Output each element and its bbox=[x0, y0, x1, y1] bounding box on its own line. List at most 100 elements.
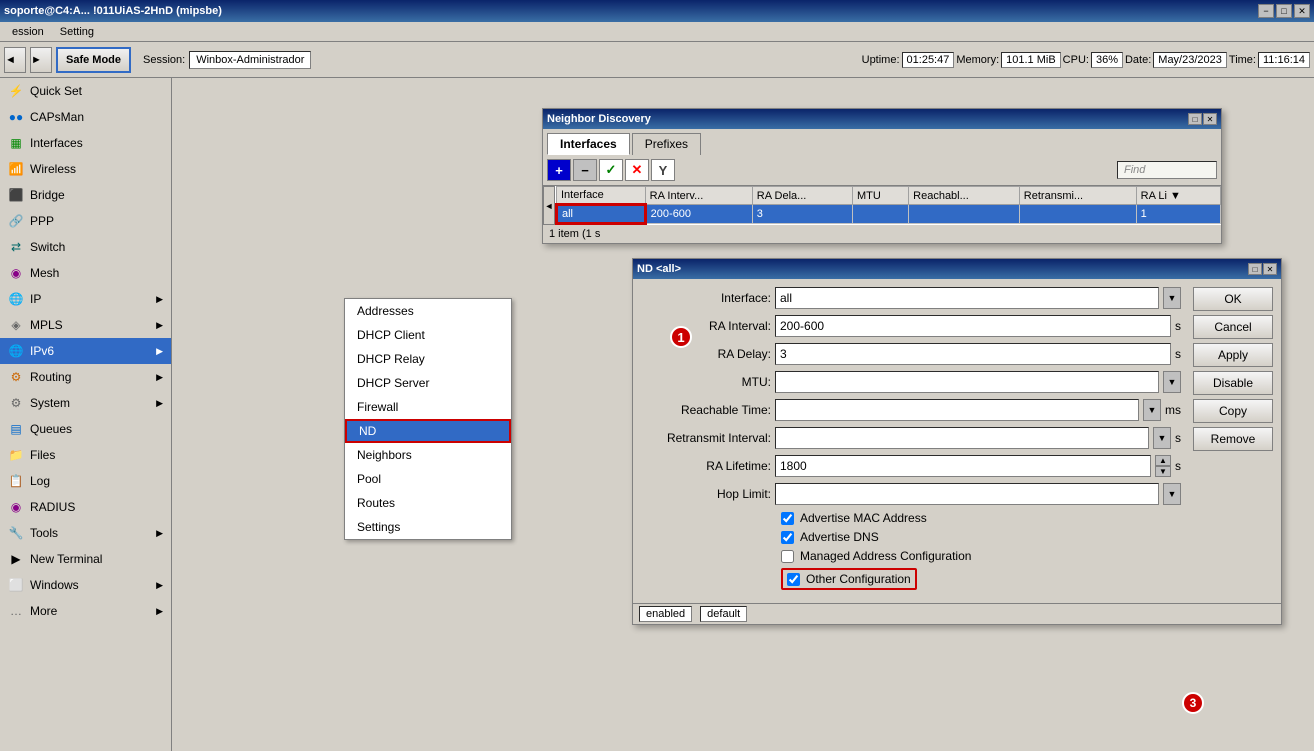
reachable-input[interactable] bbox=[775, 399, 1139, 421]
advertise-dns-label: Advertise DNS bbox=[800, 530, 879, 544]
safe-mode-button[interactable]: Safe Mode bbox=[56, 47, 131, 73]
remove-button[interactable]: Remove bbox=[1193, 427, 1273, 451]
mtu-dropdown-arrow[interactable]: ▼ bbox=[1163, 371, 1181, 393]
cell-ra-delay: 3 bbox=[752, 205, 852, 224]
forward-button[interactable]: ► bbox=[30, 47, 52, 73]
ra-delay-input[interactable] bbox=[775, 343, 1171, 365]
cell-reachable bbox=[909, 205, 1020, 224]
back-button[interactable]: ◄ bbox=[4, 47, 26, 73]
hop-limit-input[interactable] bbox=[775, 483, 1159, 505]
nd-toolbar: + − ✓ ✕ Y Find bbox=[543, 155, 1221, 186]
menu-item-settings[interactable]: Settings bbox=[345, 515, 511, 539]
menu-item-nd[interactable]: ND bbox=[345, 419, 511, 443]
sidebar-item-bridge[interactable]: ⬛ Bridge bbox=[0, 182, 171, 208]
nd-add-button[interactable]: + bbox=[547, 159, 571, 181]
tab-prefixes[interactable]: Prefixes bbox=[632, 133, 701, 155]
apply-button[interactable]: Apply bbox=[1193, 343, 1273, 367]
sidebar-item-radius[interactable]: ◉ RADIUS bbox=[0, 494, 171, 520]
tab-interfaces[interactable]: Interfaces bbox=[547, 133, 630, 155]
nd-close-button[interactable]: ✕ bbox=[1203, 113, 1217, 125]
menu-item-addresses[interactable]: Addresses bbox=[345, 299, 511, 323]
sidebar-item-mesh[interactable]: ◉ Mesh bbox=[0, 260, 171, 286]
nd-find-field[interactable]: Find bbox=[1117, 161, 1217, 179]
advertise-mac-label: Advertise MAC Address bbox=[800, 511, 927, 525]
sidebar-item-ip[interactable]: 🌐 IP ▶ bbox=[0, 286, 171, 312]
sidebar-label-interfaces: Interfaces bbox=[30, 136, 83, 150]
sidebar-label-queues: Queues bbox=[30, 422, 72, 436]
menu-item-dhcp-relay[interactable]: DHCP Relay bbox=[345, 347, 511, 371]
nd-scroll-left[interactable]: ◄ bbox=[543, 186, 555, 225]
nd-all-close-button[interactable]: ✕ bbox=[1263, 263, 1277, 275]
sidebar-item-interfaces[interactable]: ▦ Interfaces bbox=[0, 130, 171, 156]
cancel-button[interactable]: Cancel bbox=[1193, 315, 1273, 339]
nd-remove-button[interactable]: − bbox=[573, 159, 597, 181]
sidebar-label-tools: Tools bbox=[30, 526, 58, 540]
menu-item-dhcp-server[interactable]: DHCP Server bbox=[345, 371, 511, 395]
ra-lifetime-down-button[interactable]: ▼ bbox=[1155, 466, 1171, 477]
sidebar-item-switch[interactable]: ⇄ Switch bbox=[0, 234, 171, 260]
nd-all-status-bar: enabled default bbox=[633, 603, 1281, 624]
menu-item-routes[interactable]: Routes bbox=[345, 491, 511, 515]
ra-lifetime-up-button[interactable]: ▲ bbox=[1155, 455, 1171, 466]
back-icon: ◄ bbox=[5, 54, 16, 66]
minimize-button[interactable]: − bbox=[1258, 4, 1274, 18]
nd-cancel-button[interactable]: ✕ bbox=[625, 159, 649, 181]
retransmit-input[interactable] bbox=[775, 427, 1149, 449]
other-config-checkbox[interactable] bbox=[787, 573, 800, 586]
nd-filter-button[interactable]: Y bbox=[651, 159, 675, 181]
managed-addr-checkbox[interactable] bbox=[781, 550, 794, 563]
maximize-button[interactable]: □ bbox=[1276, 4, 1292, 18]
nd-apply-button[interactable]: ✓ bbox=[599, 159, 623, 181]
advertise-mac-checkbox[interactable] bbox=[781, 512, 794, 525]
sidebar-item-capsman[interactable]: ●● CAPsMan bbox=[0, 104, 171, 130]
sidebar-item-more[interactable]: … More ▶ bbox=[0, 598, 171, 624]
menu-session[interactable]: ession bbox=[4, 24, 52, 40]
nd-minimize-button[interactable]: □ bbox=[1188, 113, 1202, 125]
managed-addr-label: Managed Address Configuration bbox=[800, 549, 971, 563]
sidebar-item-tools[interactable]: 🔧 Tools ▶ bbox=[0, 520, 171, 546]
sidebar-item-log[interactable]: 📋 Log bbox=[0, 468, 171, 494]
badge-3: 3 bbox=[1182, 692, 1204, 714]
sidebar-item-routing[interactable]: ⚙ Routing ▶ bbox=[0, 364, 171, 390]
hop-limit-dropdown-arrow[interactable]: ▼ bbox=[1163, 483, 1181, 505]
advertise-dns-checkbox[interactable] bbox=[781, 531, 794, 544]
sidebar-item-windows[interactable]: ⬜ Windows ▶ bbox=[0, 572, 171, 598]
sidebar-item-files[interactable]: 📁 Files bbox=[0, 442, 171, 468]
close-button[interactable]: ✕ bbox=[1294, 4, 1310, 18]
ok-button[interactable]: OK bbox=[1193, 287, 1273, 311]
interface-dropdown-arrow[interactable]: ▼ bbox=[1163, 287, 1181, 309]
copy-button[interactable]: Copy bbox=[1193, 399, 1273, 423]
nd-all-form: Interface: ▼ RA Interval: s RA Delay: bbox=[633, 279, 1281, 603]
menu-item-firewall[interactable]: Firewall bbox=[345, 395, 511, 419]
sidebar-item-mpls[interactable]: ◈ MPLS ▶ bbox=[0, 312, 171, 338]
firewall-label: Firewall bbox=[357, 400, 398, 414]
sidebar-item-queues[interactable]: ▤ Queues bbox=[0, 416, 171, 442]
ra-lifetime-input[interactable] bbox=[775, 455, 1151, 477]
menu-item-neighbors[interactable]: Neighbors bbox=[345, 443, 511, 467]
ra-lifetime-label: RA Lifetime: bbox=[641, 459, 771, 473]
reachable-dropdown-arrow[interactable]: ▼ bbox=[1143, 399, 1161, 421]
sidebar-item-ipv6[interactable]: 🌐 IPv6 ▶ bbox=[0, 338, 171, 364]
sidebar-item-quick-set[interactable]: ⚡ Quick Set bbox=[0, 78, 171, 104]
menu-item-pool[interactable]: Pool bbox=[345, 467, 511, 491]
disable-button[interactable]: Disable bbox=[1193, 371, 1273, 395]
retransmit-dropdown-arrow[interactable]: ▼ bbox=[1153, 427, 1171, 449]
nd-all-minimize-button[interactable]: □ bbox=[1248, 263, 1262, 275]
menu-setting[interactable]: Setting bbox=[52, 24, 102, 40]
nd-table: Interface RA Interv... RA Dela... MTU Re… bbox=[555, 186, 1221, 225]
mtu-input[interactable] bbox=[775, 371, 1159, 393]
sidebar-item-new-terminal[interactable]: ▶ New Terminal bbox=[0, 546, 171, 572]
nd-find-placeholder: Find bbox=[1124, 164, 1145, 176]
sidebar-item-ppp[interactable]: 🔗 PPP bbox=[0, 208, 171, 234]
sidebar-item-wireless[interactable]: 📶 Wireless bbox=[0, 156, 171, 182]
table-row[interactable]: all 2 200-600 3 bbox=[557, 205, 1221, 224]
table-header-row: Interface RA Interv... RA Dela... MTU Re… bbox=[557, 187, 1221, 205]
ra-interval-input[interactable] bbox=[775, 315, 1171, 337]
sidebar-item-system[interactable]: ⚙ System ▶ bbox=[0, 390, 171, 416]
form-row-ra-lifetime: RA Lifetime: ▲ ▼ s bbox=[641, 455, 1181, 477]
menu-item-dhcp-client[interactable]: DHCP Client bbox=[345, 323, 511, 347]
memory-value: 101.1 MiB bbox=[1001, 52, 1061, 68]
ra-delay-unit: s bbox=[1175, 347, 1181, 361]
dhcp-relay-label: DHCP Relay bbox=[357, 352, 425, 366]
interface-input[interactable] bbox=[775, 287, 1159, 309]
